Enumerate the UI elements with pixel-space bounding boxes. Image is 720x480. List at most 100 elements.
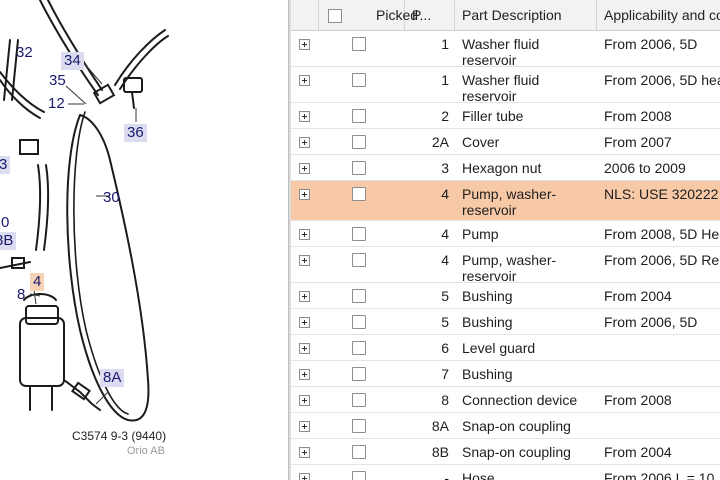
row-expander-cell[interactable] [291,361,318,386]
row-description: Bushing [462,366,513,382]
row-expander-cell[interactable] [291,387,318,412]
row-expander-cell[interactable] [291,31,318,66]
row-picked-cell[interactable] [318,413,404,438]
expand-plus-icon[interactable] [299,369,310,380]
expand-plus-icon[interactable] [299,189,310,200]
row-expander-cell[interactable] [291,129,318,154]
picked-checkbox[interactable] [352,393,366,407]
table-row[interactable]: 8A Snap-on coupling [291,413,720,439]
expand-plus-icon[interactable] [299,229,310,240]
row-picked-cell[interactable] [318,67,404,102]
row-picked-cell[interactable] [318,335,404,360]
table-row[interactable]: 8 Connection device From 2008 [291,387,720,413]
row-expander-cell[interactable] [291,335,318,360]
row-picked-cell[interactable] [318,283,404,308]
callout-12[interactable]: 12 [45,95,68,113]
expand-plus-icon[interactable] [299,473,310,480]
picked-checkbox[interactable] [352,471,366,480]
picked-checkbox[interactable] [352,37,366,51]
picked-checkbox[interactable] [352,419,366,433]
row-picked-cell[interactable] [318,31,404,66]
table-row[interactable]: 8B Snap-on coupling From 2004 [291,439,720,465]
row-picked-cell[interactable] [318,439,404,464]
expand-plus-icon[interactable] [299,163,310,174]
table-row[interactable]: 7 Bushing [291,361,720,387]
callout-8[interactable]: 8 [14,286,28,304]
callout-8b[interactable]: 8B [0,232,17,250]
row-applicability: NLS: USE 320222 washer [604,186,720,202]
row-expander-cell[interactable] [291,247,318,282]
column-header-applicability[interactable]: Applicability and co [596,0,720,30]
callout-4[interactable]: 4 [30,273,45,291]
table-row[interactable]: 6 Level guard [291,335,720,361]
expand-plus-icon[interactable] [299,447,310,458]
picked-checkbox[interactable] [352,253,366,267]
row-picked-cell[interactable] [318,181,404,220]
callout-34[interactable]: 34 [61,52,84,70]
table-row[interactable]: 4 Pump From 2008, 5D He [291,221,720,247]
row-picked-cell[interactable] [318,221,404,246]
expand-plus-icon[interactable] [299,343,310,354]
table-row[interactable]: 1 Washer fluid reservoir From 2006, 5D hea [291,67,720,104]
table-row[interactable]: 5 Bushing From 2004 [291,283,720,309]
picked-checkbox[interactable] [352,109,366,123]
table-row[interactable]: 4 Pump, washer-reservoir From 2006, 5D Re [291,247,720,284]
expand-plus-icon[interactable] [299,75,310,86]
callout-35[interactable]: 35 [46,72,69,90]
table-row[interactable]: 5 Bushing From 2006, 5D [291,309,720,335]
picked-checkbox[interactable] [352,135,366,149]
select-all-checkbox[interactable] [328,9,342,23]
table-row[interactable]: 2A Cover From 2007 [291,129,720,155]
column-header-description[interactable]: Part Description [454,0,596,30]
callout-36[interactable]: 36 [124,124,147,142]
row-picked-cell[interactable] [318,103,404,128]
picked-checkbox[interactable] [352,73,366,87]
callout-3[interactable]: 3 [0,156,11,174]
column-header-position[interactable]: P... [404,0,454,30]
callout-8a[interactable]: 8A [100,369,125,387]
picked-checkbox[interactable] [352,315,366,329]
row-expander-cell[interactable] [291,439,318,464]
expand-plus-icon[interactable] [299,395,310,406]
row-picked-cell[interactable] [318,247,404,282]
picked-checkbox[interactable] [352,227,366,241]
picked-checkbox[interactable] [352,341,366,355]
expand-plus-icon[interactable] [299,255,310,266]
picked-checkbox[interactable] [352,187,366,201]
callout-10[interactable]: 0 [0,214,12,232]
expand-plus-icon[interactable] [299,317,310,328]
row-expander-cell[interactable] [291,283,318,308]
expand-plus-icon[interactable] [299,291,310,302]
row-picked-cell[interactable] [318,129,404,154]
expand-plus-icon[interactable] [299,137,310,148]
table-row[interactable]: 4 Pump, washer-reservoir NLS: USE 320222 w… [291,181,720,221]
table-row[interactable]: 3 Hexagon nut 2006 to 2009 [291,155,720,181]
row-expander-cell[interactable] [291,309,318,334]
parts-diagram[interactable]: 32 34 35 12 36 3 30 0 8B 4 8 8A C3574 9-… [0,0,288,480]
row-picked-cell[interactable] [318,155,404,180]
row-expander-cell[interactable] [291,181,318,220]
picked-checkbox[interactable] [352,445,366,459]
row-picked-cell[interactable] [318,361,404,386]
row-expander-cell[interactable] [291,67,318,102]
row-expander-cell[interactable] [291,155,318,180]
expand-plus-icon[interactable] [299,421,310,432]
expand-plus-icon[interactable] [299,39,310,50]
row-expander-cell[interactable] [291,465,318,480]
row-expander-cell[interactable] [291,221,318,246]
row-expander-cell[interactable] [291,413,318,438]
row-picked-cell[interactable] [318,387,404,412]
table-row[interactable]: 1 Washer fluid reservoir From 2006, 5D [291,31,720,68]
column-header-picked[interactable]: Picked [318,0,418,30]
row-expander-cell[interactable] [291,103,318,128]
expand-plus-icon[interactable] [299,111,310,122]
picked-checkbox[interactable] [352,367,366,381]
picked-checkbox[interactable] [352,289,366,303]
row-picked-cell[interactable] [318,309,404,334]
callout-30[interactable]: 30 [100,189,123,207]
table-row[interactable]: - Hose From 2006 L = 10 [291,465,720,480]
row-picked-cell[interactable] [318,465,404,480]
table-row[interactable]: 2 Filler tube From 2008 [291,103,720,129]
callout-32[interactable]: 32 [13,44,36,62]
picked-checkbox[interactable] [352,161,366,175]
